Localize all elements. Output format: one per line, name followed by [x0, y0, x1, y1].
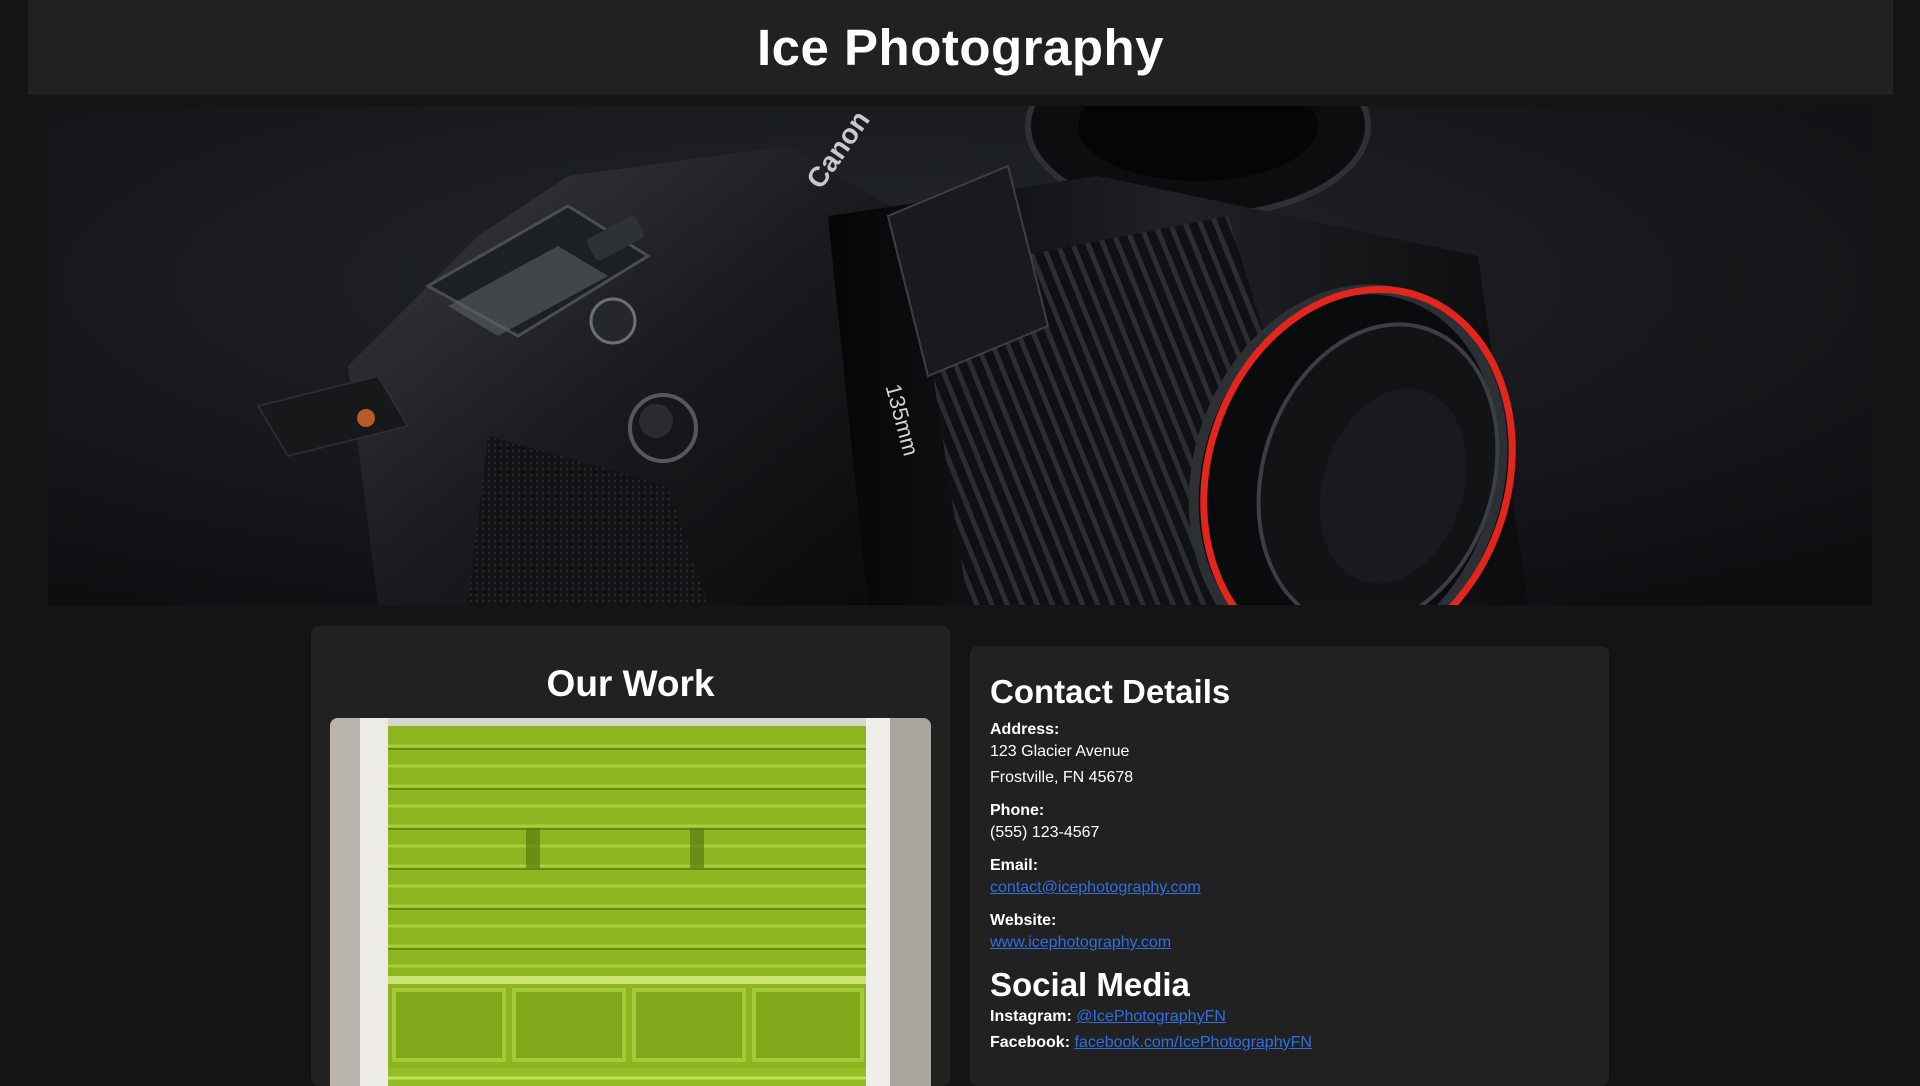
email-label: Email:: [990, 857, 1039, 874]
address-line-2: Frostville, FN 45678: [990, 769, 1134, 786]
instagram-row: Instagram: @IcePhotographyFN: [990, 1004, 1589, 1030]
phone-field: Phone: (555) 123-4567: [990, 801, 1589, 846]
site-header: Ice Photography: [28, 0, 1893, 95]
email-field: Email: contact@icephotography.com: [990, 856, 1589, 901]
website-label: Website:: [990, 912, 1057, 929]
hero-camera-image: Canon 135mm: [48, 106, 1872, 605]
portfolio-image-green-garage-door[interactable]: [330, 718, 931, 1086]
contact-details-heading: Contact Details: [990, 673, 1231, 710]
instagram-label: Instagram:: [990, 1008, 1072, 1025]
our-work-card: Our Work: [311, 626, 950, 1086]
website-link[interactable]: www.icephotography.com: [990, 934, 1171, 951]
contact-details-card: Contact Details Address: 123 Glacier Ave…: [970, 646, 1609, 1086]
website-field: Website: www.icephotography.com: [990, 911, 1589, 956]
facebook-row: Facebook: facebook.com/IcePhotographyFN: [990, 1030, 1589, 1056]
site-title: Ice Photography: [756, 19, 1165, 76]
our-work-title: Our Work: [546, 663, 715, 704]
facebook-label: Facebook:: [990, 1034, 1071, 1051]
phone-label: Phone:: [990, 802, 1045, 819]
social-media-heading: Social Media: [990, 966, 1190, 1003]
address-line-1: 123 Glacier Avenue: [990, 743, 1130, 760]
facebook-link[interactable]: facebook.com/IcePhotographyFN: [1074, 1034, 1311, 1051]
phone-value: (555) 123-4567: [990, 824, 1100, 841]
address-label: Address:: [990, 721, 1060, 738]
email-link[interactable]: contact@icephotography.com: [990, 879, 1201, 896]
garage-door-illustration: [330, 718, 931, 1086]
camera-illustration: Canon 135mm: [48, 106, 1872, 605]
address-field: Address: 123 Glacier Avenue Frostville, …: [990, 720, 1589, 791]
instagram-link[interactable]: @IcePhotographyFN: [1076, 1008, 1226, 1025]
